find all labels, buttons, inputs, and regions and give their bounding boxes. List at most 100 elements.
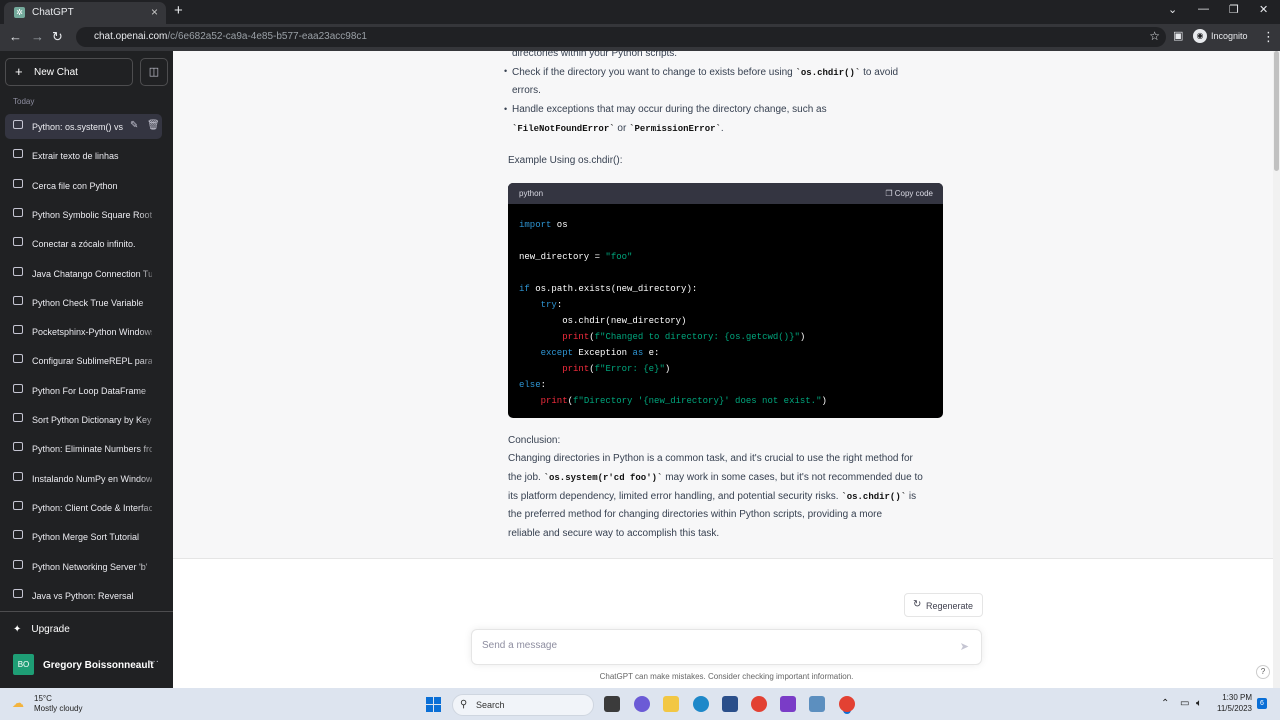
- section-today: Today: [13, 97, 35, 106]
- chat-main: directories within your Python scripts. …: [173, 51, 1280, 688]
- message-text: its platform dependency, limited error h…: [508, 491, 917, 502]
- chat-bubble-icon: [13, 589, 23, 598]
- regenerate-button[interactable]: ↻ Regenerate: [904, 593, 983, 617]
- chrome-active-icon[interactable]: [839, 696, 855, 712]
- incognito-indicator[interactable]: ◉ Incognito: [1193, 29, 1248, 43]
- chat-item-label: Java Chatango Connection Tutorial: [32, 269, 152, 279]
- notification-badge[interactable]: 6: [1257, 698, 1267, 709]
- close-tab-icon[interactable]: ×: [151, 5, 158, 19]
- chat-bubble-icon: [13, 325, 23, 334]
- chat-app-icon[interactable]: [634, 696, 650, 712]
- fade-overlay: [138, 524, 162, 549]
- bookmark-star-icon[interactable]: ☆: [1149, 29, 1160, 43]
- avatar: BO: [13, 654, 34, 675]
- regenerate-label: Regenerate: [926, 601, 974, 611]
- code-language: python: [519, 189, 544, 198]
- reload-icon[interactable]: ↻: [52, 29, 63, 45]
- scrollbar[interactable]: [1273, 51, 1280, 688]
- store-icon[interactable]: [722, 696, 738, 712]
- chrome-icon[interactable]: [751, 696, 767, 712]
- conclusion-heading: Conclusion:: [508, 435, 561, 446]
- user-menu[interactable]: BO Gregory Boissonneault ···: [13, 654, 168, 676]
- weather-condition: Mostly cloudy: [34, 704, 83, 713]
- sidebar-chat-item[interactable]: Java vs Python: Reversal: [5, 583, 162, 608]
- copy-code-button[interactable]: ❐ Copy code: [885, 189, 933, 198]
- message-text: reliable and secure way to accomplish th…: [508, 528, 720, 539]
- plus-icon: +: [15, 64, 23, 79]
- code-header: python ❐ Copy code: [508, 183, 943, 204]
- chat-item-label: Sort Python Dictionary by Key: [32, 415, 152, 425]
- sidebar-chat-item[interactable]: Python Merge Sort Tutorial: [5, 524, 162, 549]
- sidebar-toggle-button[interactable]: ◫: [140, 58, 168, 86]
- sidebar-chat-item[interactable]: Pocketsphinx-Python Windows: [5, 319, 162, 344]
- fade-overlay: [138, 407, 162, 432]
- windows-taskbar: ☁ 15°C Mostly cloudy ⚲ Search ⌃ ▭ 🔈︎ 1:3…: [0, 688, 1280, 720]
- sidebar-toggle-icon: ◫: [148, 66, 160, 78]
- show-hidden-icons-icon[interactable]: ⌃: [1161, 698, 1169, 709]
- message-text: the job. `os.system(r'cd foo')` may work…: [508, 472, 923, 483]
- fade-overlay: [138, 261, 162, 286]
- sidebar-chat-item[interactable]: Java Chatango Connection Tutorial: [5, 261, 162, 286]
- sidebar-chat-item[interactable]: Python: Client Code & Interface: [5, 495, 162, 520]
- sidebar-chat-item[interactable]: Cerca file con Python: [5, 173, 162, 198]
- send-icon[interactable]: ➤: [960, 640, 969, 653]
- incognito-icon: ◉: [1193, 29, 1207, 43]
- chat-bubble-icon: [13, 354, 23, 363]
- sidebar-chat-item[interactable]: Configurar SublimeREPL para: [5, 348, 162, 373]
- delete-icon[interactable]: 🗑︎: [147, 120, 160, 131]
- browser-tab-bar: ✲ ChatGPT × + ⌄ — ❐ ✕: [0, 0, 1280, 24]
- fade-overlay: [138, 319, 162, 344]
- sidebar-chat-item[interactable]: Extrair texto de linhas: [5, 143, 162, 168]
- user-name: Gregory Boissonneault: [43, 660, 154, 671]
- forward-icon[interactable]: →: [31, 29, 44, 44]
- message-input[interactable]: [482, 640, 942, 651]
- new-chat-button[interactable]: + New Chat: [5, 58, 133, 86]
- tab-search-icon[interactable]: ⌄: [1168, 3, 1177, 16]
- chat-item-label: Python For Loop DataFrame: [32, 386, 147, 396]
- sidebar-chat-item[interactable]: Python Check True Variable: [5, 290, 162, 315]
- edit-icon[interactable]: ✎: [130, 120, 138, 131]
- taskbar-search[interactable]: ⚲ Search: [452, 694, 594, 716]
- message-text: the preferred method for changing direct…: [508, 509, 883, 520]
- network-icon[interactable]: ▭: [1180, 698, 1189, 709]
- back-icon[interactable]: ←: [9, 29, 22, 44]
- browser-toolbar: ← → ↻ chat.openai.com/c/6e682a52-ca9a-4e…: [0, 24, 1280, 51]
- code-content: import os new_directory = "foo" if os.pa…: [519, 220, 827, 406]
- sidebar-chat-item[interactable]: Python Networking Server 'b': [5, 554, 162, 579]
- restore-icon[interactable]: ❐: [1229, 3, 1239, 16]
- help-button[interactable]: ?: [1256, 665, 1270, 679]
- side-panel-icon[interactable]: ▣: [1173, 29, 1183, 42]
- disclaimer: ChatGPT can make mistakes. Consider chec…: [599, 672, 854, 681]
- address-bar[interactable]: chat.openai.com/c/6e682a52-ca9a-4e85-b57…: [76, 27, 1166, 47]
- example-heading: Example Using os.chdir():: [508, 155, 623, 166]
- more-options-icon[interactable]: ···: [149, 656, 159, 667]
- sidebar-chat-item[interactable]: Python Symbolic Square Root: [5, 202, 162, 227]
- volume-icon[interactable]: 🔈︎: [1196, 698, 1202, 709]
- system-clock[interactable]: 1:30 PM 11/5/2023: [1212, 692, 1252, 714]
- windows-start-icon[interactable]: [426, 697, 441, 712]
- edge-browser-icon[interactable]: [693, 696, 709, 712]
- sidebar-chat-item[interactable]: Python: Eliminate Numbers from: [5, 436, 162, 461]
- app-icon[interactable]: [780, 696, 796, 712]
- close-window-icon[interactable]: ✕: [1259, 3, 1268, 16]
- file-explorer-icon[interactable]: [663, 696, 679, 712]
- task-view-icon[interactable]: [604, 696, 620, 712]
- minimize-icon[interactable]: —: [1198, 3, 1209, 15]
- incognito-label: Incognito: [1211, 31, 1248, 41]
- scrollbar-thumb[interactable]: [1274, 51, 1279, 171]
- upgrade-button[interactable]: ✦ Upgrade: [13, 624, 70, 635]
- message-text: Check if the directory you want to chang…: [512, 67, 899, 78]
- photos-icon[interactable]: [809, 696, 825, 712]
- chat-item-label: Python: os.system() vs: [32, 122, 124, 132]
- browser-menu-icon[interactable]: ⋮: [1262, 29, 1275, 45]
- sparkle-icon: ✦: [13, 624, 22, 635]
- tab-chatgpt[interactable]: ✲ ChatGPT ×: [4, 2, 166, 24]
- search-icon: ⚲: [460, 699, 468, 710]
- sidebar-chat-item[interactable]: Conectar a zócalo infinito.: [5, 231, 162, 256]
- new-tab-icon[interactable]: +: [174, 2, 183, 19]
- sidebar-chat-item[interactable]: Python For Loop DataFrame: [5, 378, 162, 403]
- sidebar-chat-item[interactable]: Instalando NumPy en Windows: [5, 466, 162, 491]
- sidebar-chat-item[interactable]: Sort Python Dictionary by Key: [5, 407, 162, 432]
- message-text: Handle exceptions that may occur during …: [512, 104, 827, 115]
- sidebar-chat-item[interactable]: Python: os.system() vs ✎ 🗑︎: [5, 114, 162, 139]
